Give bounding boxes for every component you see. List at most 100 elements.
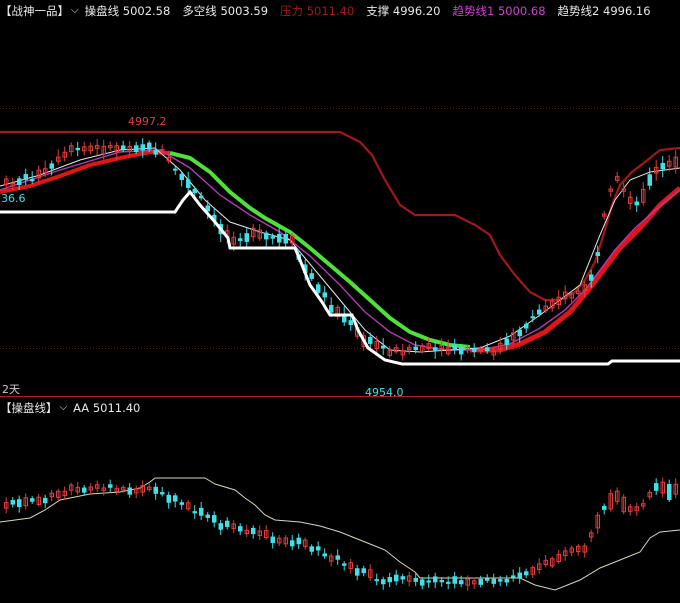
candle-body <box>49 163 54 169</box>
candle-body <box>316 284 321 293</box>
candle-body <box>537 309 542 315</box>
sub-candle-body <box>127 487 132 495</box>
sub-candle-body <box>322 553 327 557</box>
candle-body <box>504 338 509 346</box>
candle-body <box>179 173 184 180</box>
sub-candle-body <box>342 563 347 566</box>
trend-line-green <box>169 151 471 349</box>
sub-candle-body <box>459 580 464 585</box>
trend-line-red-right <box>470 186 680 353</box>
candle-body <box>634 201 639 206</box>
sub-candle-body <box>374 579 379 582</box>
candle-body <box>472 348 477 352</box>
candle-body <box>309 273 314 279</box>
sub-candle-body <box>420 579 425 586</box>
candle-body <box>368 336 373 344</box>
candle-body <box>413 346 418 351</box>
candle-body <box>277 233 282 243</box>
trend-line-white-thin <box>0 147 680 353</box>
candle-body <box>199 195 204 199</box>
sub-candle-body <box>381 579 386 585</box>
candle-body <box>153 149 158 155</box>
sub-chart <box>0 477 680 591</box>
candlestick-chart[interactable]: 4997.2 4954.0 36.6 2天 <box>0 0 680 603</box>
candle-body <box>283 234 288 244</box>
candle-body <box>530 316 535 319</box>
left-price-label: 36.6 <box>1 192 26 205</box>
sub-candle-body <box>387 577 392 583</box>
sub-candle-body <box>251 527 256 535</box>
sub-candle-body <box>10 500 15 505</box>
candle-body <box>660 162 665 170</box>
sub-candle-body <box>225 520 230 527</box>
sub-candle-body <box>446 581 451 584</box>
sub-candle-body <box>452 576 457 584</box>
sub-candle-body <box>43 497 48 504</box>
candle-body <box>433 347 438 352</box>
sub-candle-body <box>394 574 399 582</box>
candle-body <box>329 304 334 313</box>
sub-candle-body <box>17 499 22 507</box>
sub-candle-body <box>270 536 275 543</box>
sub-candle-body <box>517 572 522 579</box>
sub-candle-body <box>212 515 217 523</box>
sub-candle-body <box>426 580 431 583</box>
candle-body <box>517 329 522 337</box>
sub-candle-body <box>316 546 321 551</box>
candle-body <box>30 178 35 182</box>
sub-candle-body <box>153 486 158 494</box>
sub-candle-body <box>524 571 529 576</box>
overlay-lines <box>0 189 680 366</box>
sub-candle-body <box>667 484 672 501</box>
candle-body <box>647 174 652 186</box>
candle-body <box>485 347 490 352</box>
candle-body <box>75 147 80 151</box>
candle-body <box>381 345 386 349</box>
sub-candle-body <box>413 577 418 582</box>
sub-candle-body <box>498 579 503 582</box>
low-price-label: 4954.0 <box>365 386 404 399</box>
sub-candle-body <box>108 484 113 488</box>
sub-candle-body <box>433 576 438 583</box>
sub-candle-body <box>290 540 295 547</box>
sub-candle-body <box>205 514 210 518</box>
sub-candle-body <box>400 576 405 580</box>
candle-body <box>192 188 197 194</box>
sub-candle-body <box>478 578 483 585</box>
candle-body <box>121 145 126 150</box>
aa-line <box>0 477 680 591</box>
candle-body <box>524 323 529 329</box>
candles-main <box>4 138 678 361</box>
candle-body <box>173 168 178 171</box>
candle-body <box>244 233 249 242</box>
sub-candle-body <box>296 537 301 545</box>
sub-candle-body <box>335 555 340 560</box>
candle-body <box>322 292 327 298</box>
candle-body <box>270 236 275 239</box>
sub-candle-body <box>491 578 496 584</box>
sub-candle-body <box>238 526 243 532</box>
trend-lines <box>0 130 680 353</box>
sub-candle-body <box>173 495 178 502</box>
sub-candle-body <box>160 492 165 495</box>
sub-candle-body <box>504 578 509 583</box>
sub-candle-body <box>179 502 184 505</box>
sub-candle-body <box>439 579 444 583</box>
candle-body <box>589 274 594 281</box>
candle-body <box>459 346 464 355</box>
trend-line-purple <box>0 149 680 351</box>
candle-body <box>23 174 28 181</box>
high-price-label: 4997.2 <box>128 115 167 128</box>
sub-candle-body <box>199 507 204 516</box>
sub-candle-body <box>361 568 366 574</box>
candle-body <box>348 320 353 326</box>
candle-body <box>140 144 145 151</box>
candle-body <box>147 142 152 150</box>
sub-candle-body <box>355 568 360 576</box>
candle-body <box>238 238 243 241</box>
sub-candle-body <box>602 505 607 510</box>
sub-candle-body <box>309 546 314 552</box>
sub-candle-body <box>166 494 171 503</box>
candle-body <box>595 252 600 257</box>
sub-candle-body <box>654 483 659 491</box>
